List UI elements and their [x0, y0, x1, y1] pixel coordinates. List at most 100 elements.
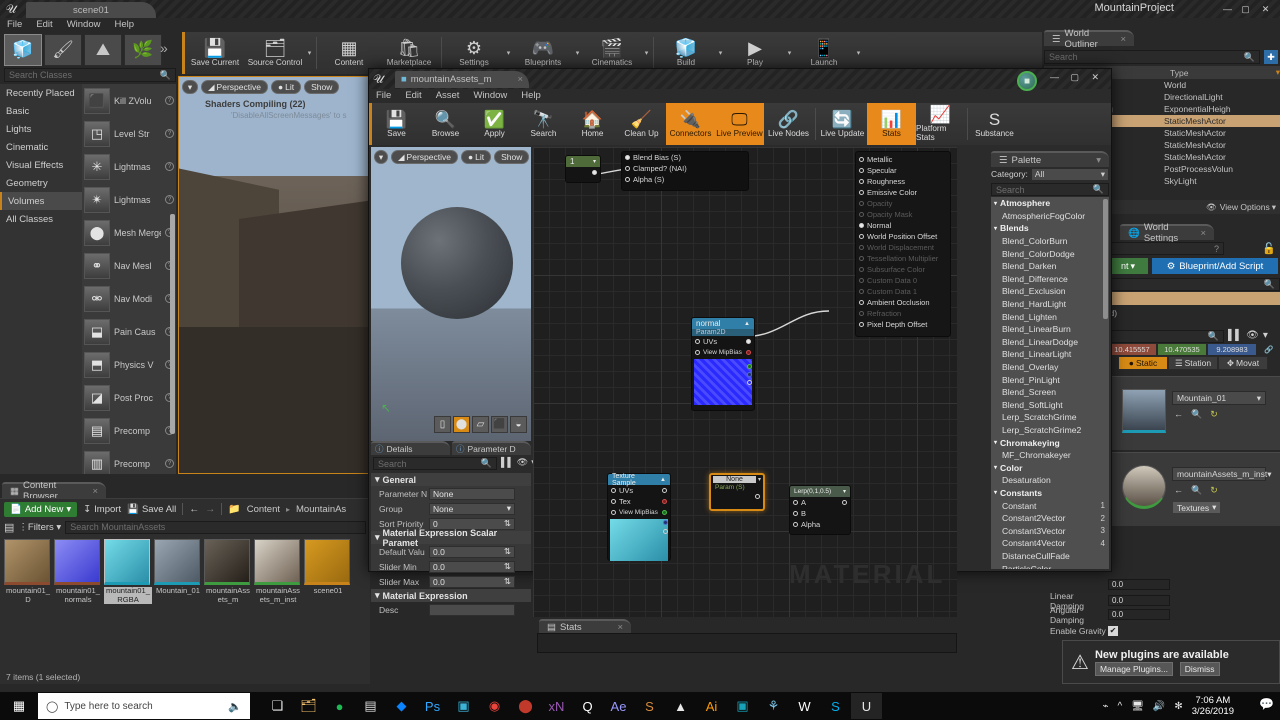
- place-category-visual-effects[interactable]: Visual Effects: [0, 156, 82, 174]
- place-category-lights[interactable]: Lights: [0, 120, 82, 138]
- input-pin-mipbias[interactable]: [611, 510, 616, 515]
- node-scalar-name-field[interactable]: None: [713, 476, 756, 483]
- outliner-search-input[interactable]: Search 🔍: [1044, 50, 1260, 64]
- material-asset-tab[interactable]: ■ mountainAssets_m ×: [395, 70, 529, 88]
- cube-preview-icon[interactable]: ⬛: [491, 416, 508, 433]
- manage-plugins-button[interactable]: Manage Plugins...: [1094, 662, 1173, 676]
- place-actor-item[interactable]: ▤Precomp?: [82, 414, 176, 447]
- place-category-geometry[interactable]: Geometry: [0, 174, 82, 192]
- columns-icon[interactable]: ▌▌: [501, 457, 514, 468]
- palette-item[interactable]: MF_Chromakeyer: [991, 449, 1109, 462]
- place-actor-item[interactable]: ▥ Precomp?: [82, 447, 176, 474]
- chevron-double-right-icon[interactable]: »: [160, 40, 168, 56]
- node-constant[interactable]: 1 ▾: [565, 155, 601, 183]
- input-pin[interactable]: [625, 177, 630, 182]
- paint-brush-icon[interactable]: 🖌: [44, 34, 82, 66]
- transform-lock-icon[interactable]: 🔗: [1258, 344, 1280, 355]
- place-actors-scrollbar[interactable]: [170, 214, 175, 434]
- chevron-down-icon[interactable]: ▾: [843, 488, 846, 495]
- viewport-show-button[interactable]: Show: [304, 80, 340, 94]
- outliner-type-column[interactable]: Type: [1170, 68, 1276, 78]
- content-asset[interactable]: mountainAssets_m_inst: [254, 539, 302, 604]
- linear-damping-value[interactable]: 0.0: [1108, 595, 1170, 606]
- output-pin-b[interactable]: [747, 372, 752, 377]
- details-section-header[interactable]: ▾ Material Expression: [371, 589, 531, 602]
- material-maximize-button[interactable]: ▢: [1070, 72, 1079, 83]
- angular-damping-value[interactable]: 0.0: [1108, 609, 1170, 620]
- place-actor-item[interactable]: ⚮Nav Modi?: [82, 282, 176, 315]
- place-actor-item[interactable]: ◪Post Proc?: [82, 381, 176, 414]
- palette-item[interactable]: Blend_LinearLight: [991, 348, 1109, 361]
- material-close-button[interactable]: ✕: [1091, 72, 1099, 83]
- eye-icon[interactable]: 👁: [1246, 330, 1259, 341]
- content-asset[interactable]: scene01: [304, 539, 352, 604]
- palette-item[interactable]: Blend_LinearDodge: [991, 336, 1109, 349]
- node-normal-param2d[interactable]: normal ▲ Param2D UVs View MipBias: [691, 317, 755, 411]
- material-browse-button[interactable]: 🔍 Browse: [421, 103, 470, 145]
- transform-y-value[interactable]: 10.470535: [1158, 344, 1206, 355]
- sources-panel-icon[interactable]: ▤: [4, 521, 14, 534]
- palette-item[interactable]: Blend_Exclusion: [991, 285, 1109, 298]
- input-pin[interactable]: [859, 245, 864, 250]
- sphere-preview-icon[interactable]: ⬤: [453, 416, 470, 433]
- viewport-options-icon[interactable]: ▾: [374, 150, 388, 164]
- foliage-icon[interactable]: 🌿: [124, 34, 162, 66]
- palette-item[interactable]: Blend_Lighten: [991, 310, 1109, 323]
- material-combo[interactable]: mountainAssets_m_inst ▾: [1172, 467, 1272, 481]
- taskbar-photoshop-icon[interactable]: Ps: [417, 693, 448, 719]
- taskbar-zbrush-icon[interactable]: ▲: [665, 693, 696, 719]
- close-icon[interactable]: ×: [517, 74, 523, 85]
- plane-preview-icon[interactable]: ▱: [472, 416, 489, 433]
- pen-tray-icon[interactable]: ⌁: [1102, 701, 1108, 712]
- details-section-header[interactable]: ▾ Material Expression Scalar Paramet: [371, 528, 531, 548]
- palette-item[interactable]: Blend_ColorBurn: [991, 235, 1109, 248]
- taskbar-clock[interactable]: 7:06 AM 3/26/2019: [1192, 695, 1234, 717]
- place-actor-item[interactable]: ⬤Mesh Merge?: [82, 216, 176, 249]
- mesh-thumbnail[interactable]: [1122, 389, 1166, 433]
- input-pin-a[interactable]: [793, 500, 798, 505]
- output-pin-a[interactable]: [747, 380, 752, 385]
- property-value-text[interactable]: None: [429, 487, 515, 500]
- material-tab-details[interactable]: ⓘ Details: [371, 441, 450, 455]
- place-actors-icon[interactable]: 🧊: [4, 34, 42, 66]
- collapse-icon[interactable]: ▲: [744, 321, 750, 327]
- breadcrumb-mountainassets[interactable]: MountainAs: [296, 504, 346, 515]
- close-icon[interactable]: ×: [1200, 228, 1206, 239]
- palette-category-combo[interactable]: All ▾: [1030, 167, 1109, 181]
- enable-gravity-checkbox[interactable]: ✔: [1108, 625, 1118, 636]
- add-new-button[interactable]: 📄 Add New ▾: [4, 501, 78, 517]
- taskbar-dropbox-icon[interactable]: ◆: [386, 693, 417, 719]
- material-thumbnail[interactable]: [1122, 465, 1166, 509]
- input-pin[interactable]: [859, 256, 864, 261]
- palette-scrollbar[interactable]: [1103, 199, 1108, 319]
- taskbar-alienware-icon[interactable]: ⬤: [510, 693, 541, 719]
- cylinder-preview-icon[interactable]: ▯: [434, 416, 451, 433]
- input-pin[interactable]: [859, 157, 864, 162]
- place-actor-item[interactable]: ⬛ Kill ZVolu?: [82, 84, 176, 117]
- material-apply-button[interactable]: ✅ Apply: [470, 103, 519, 145]
- output-pin[interactable]: [592, 170, 597, 175]
- input-pin[interactable]: [859, 322, 864, 327]
- material-menu-window[interactable]: Window: [466, 89, 514, 103]
- palette-group-atmosphere[interactable]: ▾ Atmosphere: [991, 197, 1109, 210]
- output-pin[interactable]: [842, 500, 847, 505]
- spinner-icon[interactable]: ⇅: [504, 576, 511, 587]
- content-asset[interactable]: mountain01_D: [4, 539, 52, 604]
- textures-dropdown[interactable]: Textures ▾: [1172, 501, 1222, 514]
- taskbar-xnormal-icon[interactable]: xN: [541, 693, 572, 719]
- material-live-update-button[interactable]: 🔄 Live Update: [818, 103, 867, 145]
- search-classes-input[interactable]: Search Classes 🔍: [4, 68, 176, 82]
- palette-item[interactable]: Blend_LinearBurn: [991, 323, 1109, 336]
- palette-list[interactable]: ▾ Atmosphere AtmosphericFogColor ▾ Blends Ble…: [991, 197, 1109, 569]
- material-lit-button[interactable]: ● Lit: [460, 150, 492, 164]
- add-component-button[interactable]: nt ▾: [1108, 258, 1148, 274]
- node-lerp[interactable]: Lerp(0,1,0.5) ▾ A B Alpha: [789, 485, 851, 535]
- taskbar-maya-icon[interactable]: ▣: [448, 693, 479, 719]
- property-value-spin[interactable]: 0.0 ⇅: [429, 560, 515, 573]
- palette-item[interactable]: Blend_SoftLight: [991, 399, 1109, 412]
- action-center-icon[interactable]: 💬: [1259, 697, 1274, 711]
- palette-group-chromakeying[interactable]: ▾ Chromakeying: [991, 436, 1109, 449]
- output-pin-rgb[interactable]: [746, 339, 751, 344]
- material-connectors-button[interactable]: 🔌 Connectors: [666, 103, 715, 145]
- palette-item[interactable]: Blend_HardLight: [991, 298, 1109, 311]
